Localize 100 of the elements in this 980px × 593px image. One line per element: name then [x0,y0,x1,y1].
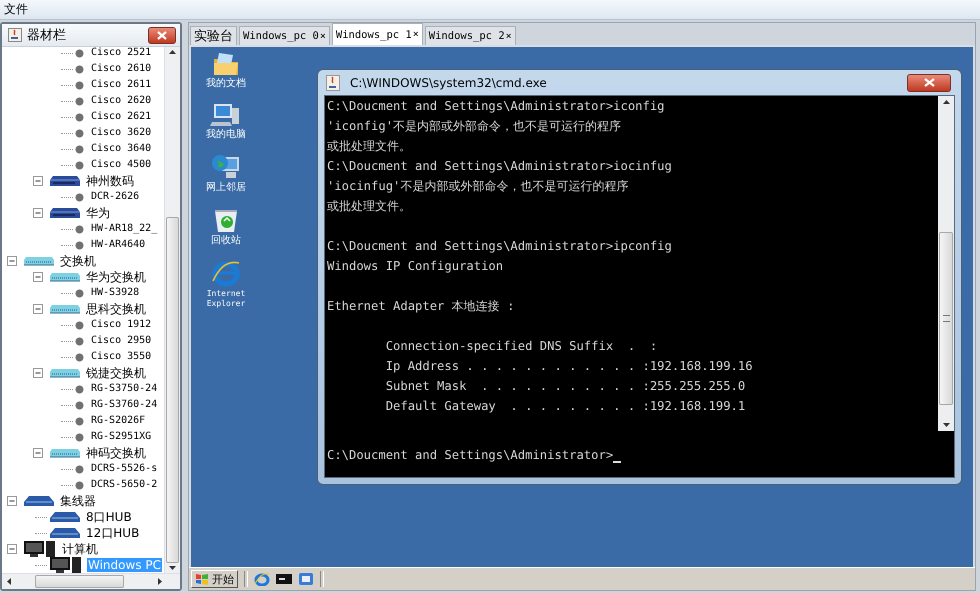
menu-item[interactable]: 文件 [4,1,28,18]
close-button[interactable] [148,26,176,44]
bullet-icon [75,320,84,330]
tree-item[interactable]: Cisco 2611 [90,78,152,92]
tree-item[interactable]: 8口HUB [85,510,133,524]
tree-item[interactable]: Cisco 4500 [90,158,152,172]
tree-item[interactable]: RG-S3750-24 [90,382,158,396]
tree-item[interactable]: 神州数码 [85,174,135,188]
switch-icon [23,256,55,266]
bullet-icon [75,288,84,298]
computer-icon[interactable] [210,102,242,128]
close-button[interactable] [907,74,951,92]
tree-item[interactable]: 锐捷交换机 [85,366,147,380]
tree-item[interactable]: Cisco 2610 [90,62,152,76]
bullet-icon [75,160,84,170]
scroll-up-arrow-icon[interactable] [169,50,176,54]
tree-item[interactable]: 华为交换机 [85,270,147,284]
cup-icon [326,74,340,90]
tree-item[interactable]: Cisco 3550 [90,350,152,364]
bullet-icon [75,144,84,154]
tree-item[interactable]: 计算机 [61,542,99,556]
terminal-icon[interactable] [276,574,292,584]
tab[interactable]: 实验台 [190,26,237,45]
switch-icon [49,272,81,282]
bullet-icon [75,80,84,90]
tree-item[interactable]: RG-S2951XG [90,430,152,444]
console-line: C:\Doucment and Settings\Administrator>iconfig [327,98,665,115]
tree-expander[interactable] [7,256,17,266]
tree-item[interactable]: Cisco 2620 [90,94,152,108]
console-line: Default Gateway . . . . . . . . . :192.168.199.1 [384,398,746,415]
tree-item[interactable]: RG-S2026F [90,414,146,428]
tree-expander[interactable] [33,368,43,378]
close-icon [157,30,167,40]
console-line: 或批处理文件。 [327,198,411,215]
panel-title: 器材栏 [27,27,67,44]
console-line: 'iocinfug'不是内部或外部命令，也不是可运行的程序 [327,178,628,195]
computer-icon [49,556,83,573]
tree-item[interactable]: 神码交换机 [85,446,147,460]
tree-item[interactable]: HW-S3928 [90,286,140,300]
bullet-icon [75,48,84,58]
scroll-down-arrow-icon[interactable] [942,423,950,427]
vertical-scrollbar[interactable] [164,47,180,573]
bullet-icon [75,336,84,346]
tree-item[interactable]: 交换机 [59,254,97,268]
tree-item[interactable]: Cisco 2950 [90,334,152,348]
tree-item[interactable]: HW-AR18_22_ [90,222,158,236]
scroll-down-arrow-icon[interactable] [169,566,176,570]
switch-icon [49,368,81,378]
icon-label: 网上邻居 [205,183,247,193]
console-line: Windows IP Configuration [327,258,504,275]
hub-icon [49,527,81,539]
desktop-icon[interactable] [298,572,314,586]
tree-item[interactable]: DCR-2626 [90,190,140,204]
vertical-scrollbar[interactable] [938,96,954,431]
tree-expander[interactable] [33,208,43,218]
start-button[interactable]: 开始 [191,570,238,588]
tree-item[interactable]: Cisco 2521 [90,47,152,60]
tree-expander[interactable] [33,176,43,186]
bullet-icon [75,384,84,394]
window-title: C:\WINDOWS\system32\cmd.exe [350,76,548,90]
tree-item[interactable]: 思科交换机 [85,302,147,316]
bullet-icon [75,192,84,202]
cup-icon [8,28,22,42]
tree-item[interactable]: Cisco 1912 [90,318,152,332]
scroll-up-arrow-icon[interactable] [942,100,950,104]
tree-item[interactable]: 华为 [85,206,111,220]
switch-icon [49,304,81,314]
tree-item[interactable]: HW-AR4640 [90,238,146,252]
tree-item[interactable]: 12口HUB [85,526,140,540]
tree-item[interactable]: RG-S3760-24 [90,398,158,412]
tree-expander[interactable] [7,544,17,554]
flag-icon [195,572,209,586]
close-icon [924,78,934,87]
console-line: C:\Doucment and Settings\Administrator>ipconfig [327,238,672,255]
horizontal-scrollbar[interactable] [2,573,180,589]
tree-item[interactable]: DCRS-5526-s [90,462,158,476]
bullet-icon [75,352,84,362]
browser-icon[interactable] [211,259,241,287]
scroll-left-arrow-icon[interactable] [7,578,11,585]
tree-item[interactable]: Cisco 3620 [90,126,152,140]
router-icon [49,175,81,187]
scroll-right-arrow-icon[interactable] [158,578,162,585]
tree-expander[interactable] [33,304,43,314]
computer-icon [23,540,57,558]
tree-item[interactable]: Cisco 2621 [90,110,152,124]
console-line: Subnet Mask . . . . . . . . . . . :255.255.255.0 [384,378,746,395]
bullet-icon [75,416,84,426]
tree-item[interactable]: Cisco 3640 [90,142,152,156]
folder-icon[interactable] [211,51,241,77]
console-line: 或批处理文件。 [327,138,411,155]
tree-item[interactable]: 集线器 [59,494,97,508]
tree-expander[interactable] [7,496,17,506]
console-line: Connection-specified DNS Suffix . : [384,338,658,355]
tree-expander[interactable] [33,448,43,458]
globe-monitor-icon[interactable] [210,153,242,181]
tree-item[interactable]: DCRS-5650-2 [90,478,158,492]
icon-label: 回收站 [210,236,242,246]
tree-expander[interactable] [33,272,43,282]
browser-icon[interactable] [254,572,270,586]
bullet-icon [75,464,84,474]
